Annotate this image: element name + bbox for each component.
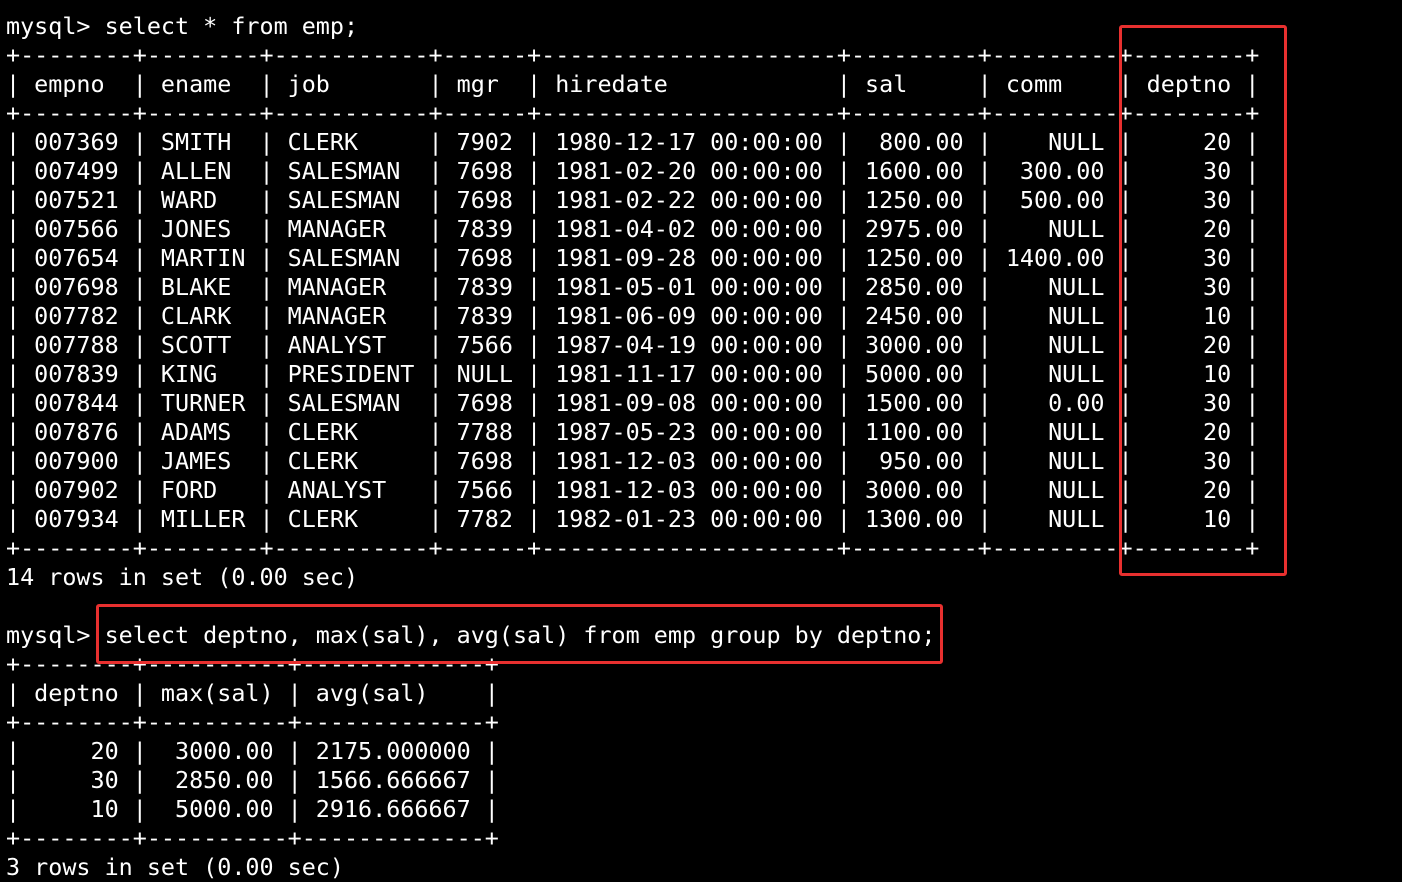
table-row: | 007839 | KING | PRESIDENT | NULL | 198… [6, 360, 1260, 388]
table-row: | 007876 | ADAMS | CLERK | 7788 | 1987-0… [6, 418, 1260, 446]
table-header-row: | empno | ename | job | mgr | hiredate |… [6, 70, 1260, 98]
table-row: | 007844 | TURNER | SALESMAN | 7698 | 19… [6, 389, 1260, 417]
table-border: +--------+----------+-------------+ [6, 708, 499, 736]
table-border: +--------+----------+-------------+ [6, 824, 499, 852]
result-status-1: 14 rows in set (0.00 sec) [6, 563, 359, 591]
table-header-row: | deptno | max(sal) | avg(sal) | [6, 679, 499, 707]
prompt-line-query-1: mysql> select * from emp; [6, 12, 359, 40]
table-border: +--------+--------+-----------+------+--… [6, 41, 1260, 69]
table-row: | 007499 | ALLEN | SALESMAN | 7698 | 198… [6, 157, 1260, 185]
table-row: | 007521 | WARD | SALESMAN | 7698 | 1981… [6, 186, 1260, 214]
table-row: | 007698 | BLAKE | MANAGER | 7839 | 1981… [6, 273, 1260, 301]
table-row: | 007902 | FORD | ANALYST | 7566 | 1981-… [6, 476, 1260, 504]
table-border: +--------+--------+-----------+------+--… [6, 534, 1260, 562]
terminal-window[interactable]: mysql> select * from emp; +--------+----… [0, 0, 1402, 882]
table-row: | 007654 | MARTIN | SALESMAN | 7698 | 19… [6, 244, 1260, 272]
table-row: | 30 | 2850.00 | 1566.666667 | [6, 766, 499, 794]
prompt-line-query-2: mysql> select deptno, max(sal), avg(sal)… [6, 621, 936, 649]
table-row: | 007369 | SMITH | CLERK | 7902 | 1980-1… [6, 128, 1260, 156]
table-border: +--------+--------+-----------+------+--… [6, 99, 1260, 127]
table-row: | 007788 | SCOTT | ANALYST | 7566 | 1987… [6, 331, 1260, 359]
table-row: | 007900 | JAMES | CLERK | 7698 | 1981-1… [6, 447, 1260, 475]
table-border: +--------+----------+-------------+ [6, 650, 499, 678]
table-row: | 10 | 5000.00 | 2916.666667 | [6, 795, 499, 823]
table-row: | 20 | 3000.00 | 2175.000000 | [6, 737, 499, 765]
table-row: | 007934 | MILLER | CLERK | 7782 | 1982-… [6, 505, 1260, 533]
table-row: | 007782 | CLARK | MANAGER | 7839 | 1981… [6, 302, 1260, 330]
result-status-2: 3 rows in set (0.00 sec) [6, 853, 344, 881]
table-row: | 007566 | JONES | MANAGER | 7839 | 1981… [6, 215, 1260, 243]
